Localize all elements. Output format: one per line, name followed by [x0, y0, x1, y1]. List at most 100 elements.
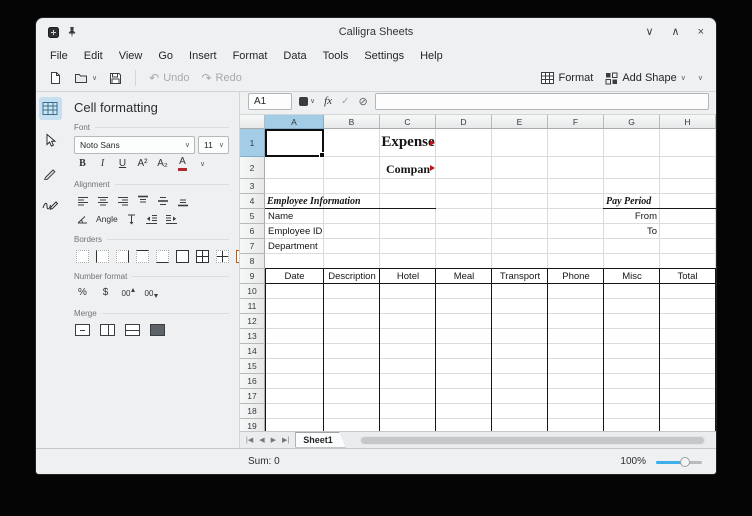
align-middle-button[interactable]: [154, 193, 171, 209]
add-shape-button[interactable]: Add Shape ∨: [600, 69, 691, 88]
first-sheet-button[interactable]: |◀: [243, 436, 256, 444]
freehand-path-tool[interactable]: [39, 193, 62, 216]
column-header-e[interactable]: E: [492, 115, 548, 129]
border-right-button[interactable]: [114, 248, 131, 264]
column-header-g[interactable]: G: [604, 115, 660, 129]
row-header[interactable]: 4: [240, 194, 265, 209]
column-header-c[interactable]: C: [380, 115, 436, 129]
currency-format-button[interactable]: $: [97, 285, 114, 301]
column-header-f[interactable]: F: [548, 115, 604, 129]
decrease-indent-button[interactable]: [143, 211, 160, 227]
row-header[interactable]: 17: [240, 389, 265, 404]
align-center-button[interactable]: [94, 193, 111, 209]
column-header-h[interactable]: H: [660, 115, 716, 129]
vertical-text-button[interactable]: [123, 211, 140, 227]
sheet-tab[interactable]: Sheet1: [295, 432, 346, 448]
pin-icon[interactable]: [67, 26, 77, 38]
align-left-button[interactable]: [74, 193, 91, 209]
row-header[interactable]: 15: [240, 359, 265, 374]
border-all-button[interactable]: [194, 248, 211, 264]
cell-grid[interactable]: Expense Compan Employee Information Pay …: [265, 129, 716, 431]
format-button[interactable]: Format: [536, 69, 598, 87]
row-header[interactable]: 19: [240, 419, 265, 431]
undo-button[interactable]: ↶ Undo: [144, 69, 194, 87]
cell-reference-box[interactable]: A1: [248, 93, 292, 110]
maximize-button[interactable]: ∧: [672, 27, 680, 38]
row-header[interactable]: 1: [240, 129, 265, 157]
last-sheet-button[interactable]: ▶|: [279, 436, 292, 444]
font-family-select[interactable]: Noto Sans ∨: [74, 136, 195, 154]
cell-formatting-tool[interactable]: [39, 97, 62, 120]
row-header[interactable]: 10: [240, 284, 265, 299]
border-bottom-button[interactable]: [154, 248, 171, 264]
border-none-button[interactable]: [74, 248, 91, 264]
close-button[interactable]: ×: [698, 27, 704, 38]
row-header[interactable]: 16: [240, 374, 265, 389]
row-header[interactable]: 3: [240, 179, 265, 194]
font-color-dropdown[interactable]: ∨: [194, 156, 211, 172]
subscript-button[interactable]: A₂: [154, 156, 171, 172]
menu-item-data[interactable]: Data: [275, 48, 314, 64]
font-size-select[interactable]: 11 ∨: [198, 136, 229, 154]
previous-sheet-button[interactable]: ◀: [256, 436, 267, 444]
horizontal-scrollbar[interactable]: [360, 436, 706, 445]
minimize-button[interactable]: ∨: [645, 27, 653, 38]
border-top-button[interactable]: [134, 248, 151, 264]
dissolve-merge-button[interactable]: [149, 322, 166, 338]
row-header[interactable]: 2: [240, 157, 265, 179]
merge-horizontal-button[interactable]: [99, 322, 116, 338]
row-header[interactable]: 11: [240, 299, 265, 314]
percent-format-button[interactable]: %: [74, 285, 91, 301]
new-document-button[interactable]: [44, 68, 67, 88]
increase-indent-button[interactable]: [163, 211, 180, 227]
row-header[interactable]: 6: [240, 224, 265, 239]
merge-vertical-button[interactable]: [124, 322, 141, 338]
menu-item-insert[interactable]: Insert: [181, 48, 225, 64]
border-outline-button[interactable]: [174, 248, 191, 264]
scrollbar-thumb[interactable]: [361, 437, 704, 444]
select-all-corner[interactable]: [240, 115, 265, 129]
border-left-button[interactable]: [94, 248, 111, 264]
underline-button[interactable]: U: [114, 156, 131, 172]
column-header-d[interactable]: D: [436, 115, 492, 129]
save-button[interactable]: [104, 69, 127, 88]
row-header[interactable]: 9: [240, 269, 265, 284]
menu-item-go[interactable]: Go: [150, 48, 181, 64]
row-header[interactable]: 18: [240, 404, 265, 419]
menu-item-view[interactable]: View: [111, 48, 151, 64]
shape-selection-tool[interactable]: [39, 129, 62, 152]
align-bottom-button[interactable]: [174, 193, 191, 209]
row-header[interactable]: 12: [240, 314, 265, 329]
column-header-b[interactable]: B: [324, 115, 380, 129]
named-area-dropdown[interactable]: ∨: [297, 93, 317, 110]
border-inner-button[interactable]: [214, 248, 231, 264]
accept-formula-button[interactable]: ✓: [339, 93, 351, 110]
decrease-precision-button[interactable]: 00: [143, 285, 160, 301]
superscript-button[interactable]: A²: [134, 156, 151, 172]
menu-item-tools[interactable]: Tools: [315, 48, 357, 64]
row-header[interactable]: 7: [240, 239, 265, 254]
row-header[interactable]: 13: [240, 329, 265, 344]
menu-item-edit[interactable]: Edit: [76, 48, 111, 64]
next-sheet-button[interactable]: ▶: [268, 436, 279, 444]
zoom-slider-handle[interactable]: [680, 457, 690, 467]
align-right-button[interactable]: [114, 193, 131, 209]
formula-input[interactable]: [375, 93, 709, 110]
menu-item-format[interactable]: Format: [225, 48, 276, 64]
row-header[interactable]: 14: [240, 344, 265, 359]
text-angle-button[interactable]: [74, 211, 91, 227]
cell-selection[interactable]: [265, 129, 324, 157]
align-top-button[interactable]: [134, 193, 151, 209]
menu-item-help[interactable]: Help: [412, 48, 451, 64]
open-document-button[interactable]: ∨: [69, 69, 102, 88]
font-color-button[interactable]: A: [174, 156, 191, 172]
column-header-a[interactable]: A: [265, 115, 324, 129]
redo-button[interactable]: ↷ Redo: [196, 69, 246, 87]
insert-function-button[interactable]: fx: [322, 93, 334, 110]
italic-button[interactable]: I: [94, 156, 111, 172]
cancel-formula-button[interactable]: ⊘: [356, 93, 369, 110]
zoom-slider[interactable]: [656, 456, 702, 468]
toolbar-overflow-button[interactable]: ∨: [693, 72, 708, 85]
menu-item-file[interactable]: File: [42, 48, 76, 64]
row-header[interactable]: 5: [240, 209, 265, 224]
